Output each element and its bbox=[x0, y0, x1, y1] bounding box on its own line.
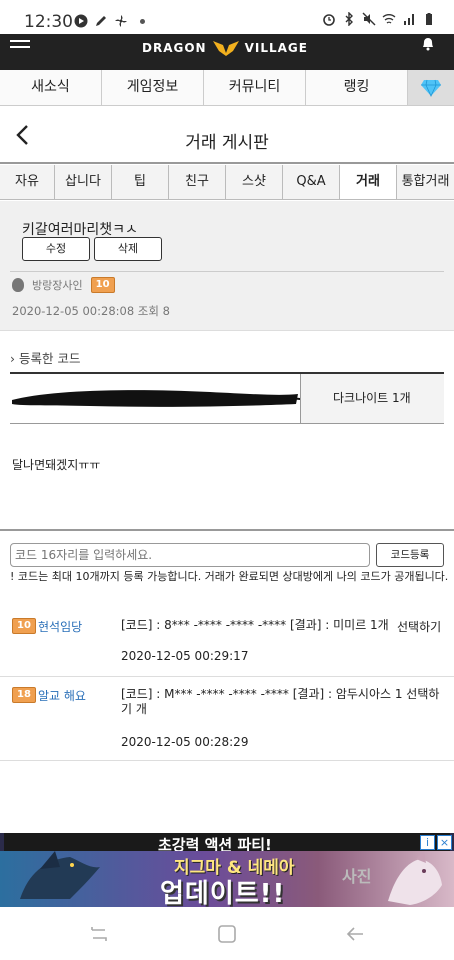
reply-author[interactable]: 현석임당 bbox=[38, 618, 82, 635]
tab-friends[interactable]: 친구 bbox=[169, 165, 226, 199]
dragon-illustration-right bbox=[388, 851, 442, 905]
post-header: 키갈여러마리챗ㅋㅅ 수정 삭제 방랑장사인 10 2020-12-05 00:2… bbox=[0, 201, 454, 331]
ad-badge: i × bbox=[420, 835, 452, 850]
status-time: 12:30 bbox=[24, 12, 73, 32]
battery-icon bbox=[426, 13, 432, 25]
code-reward: 다크나이트 1개 bbox=[300, 374, 444, 423]
home-icon[interactable] bbox=[216, 923, 238, 945]
menu-icon[interactable] bbox=[10, 40, 30, 54]
code-notice: ! 코드는 최대 10개까지 등록 가능합니다. 거래가 완료되면 상대방에게 … bbox=[10, 570, 449, 583]
registered-code-box: 다크나이트 1개 bbox=[10, 372, 444, 424]
code-input-section: 코드등록 ! 코드는 최대 10개까지 등록 가능합니다. 거래가 완료되면 상… bbox=[0, 529, 454, 607]
delete-button[interactable]: 삭제 bbox=[94, 237, 162, 261]
logo-text-left: DRAGON bbox=[142, 41, 207, 55]
reply-level-badge: 18 bbox=[12, 687, 36, 703]
status-dot bbox=[140, 18, 145, 24]
reply-date: 2020-12-05 00:28:29 bbox=[121, 735, 249, 749]
pen-icon bbox=[96, 16, 106, 26]
list-item: 10 현석임당 [코드] : 8*** -**** -**** -**** [결… bbox=[0, 607, 454, 677]
reply-level-badge: 10 bbox=[12, 618, 36, 634]
registered-code-heading: › 등록한 코드 bbox=[10, 351, 81, 366]
status-icons-left bbox=[74, 14, 145, 28]
bell-icon[interactable] bbox=[420, 36, 436, 52]
tab-trade[interactable]: 거래 bbox=[340, 165, 397, 199]
app-header: DRAGON VILLAGE bbox=[0, 34, 454, 70]
main-nav-game-info[interactable]: 게임정보 bbox=[102, 70, 204, 105]
redaction-scribble bbox=[12, 390, 300, 407]
select-button[interactable]: 선택하기 bbox=[397, 618, 441, 635]
main-nav-news[interactable]: 새소식 bbox=[0, 70, 102, 105]
post-body: 달나면돼겠지ㅠㅠ bbox=[12, 458, 101, 472]
logo-wing-icon bbox=[212, 41, 239, 56]
wifi-icon bbox=[382, 14, 396, 24]
reply-content: [코드] : M*** -**** -**** -**** [결과] : 암두시… bbox=[121, 687, 440, 716]
board-tabs: 자유 삽니다 팁 친구 스샷 Q&A 거래 통합거래 bbox=[0, 165, 454, 200]
ad-main-image: 지그마 & 네메아 업데이트!! 사진 bbox=[0, 851, 454, 907]
post-title: 키갈여러마리챗ㅋㅅ bbox=[22, 222, 138, 238]
fan-icon bbox=[115, 15, 127, 27]
ad-close-icon[interactable]: × bbox=[437, 835, 452, 850]
ad-banner[interactable]: 초강력 액션 파티! 지그마 & 네메아 업데이트!! 사진 i × bbox=[0, 833, 454, 907]
page-title-bar: 거래 게시판 bbox=[0, 108, 454, 164]
main-nav: 새소식 게임정보 커뮤니티 랭킹 bbox=[0, 70, 454, 106]
main-nav-community[interactable]: 커뮤니티 bbox=[204, 70, 306, 105]
page-title: 거래 게시판 bbox=[185, 133, 269, 153]
dragon-village-logo[interactable]: DRAGON VILLAGE bbox=[142, 38, 308, 58]
bluetooth-icon bbox=[345, 12, 353, 26]
list-item: 18 알교 해요 [코드] : M*** -**** -**** -**** [… bbox=[0, 677, 454, 761]
mute-icon bbox=[362, 12, 376, 26]
edit-button[interactable]: 수정 bbox=[22, 237, 90, 261]
tab-buy[interactable]: 삽니다 bbox=[55, 165, 112, 199]
code-register-button[interactable]: 코드등록 bbox=[376, 543, 444, 567]
code-input[interactable] bbox=[10, 543, 370, 567]
back-icon[interactable] bbox=[344, 923, 366, 945]
logo-text-right: VILLAGE bbox=[244, 41, 308, 55]
reply-author[interactable]: 알교 해요 bbox=[38, 687, 86, 704]
ad-side-text: 사진 bbox=[342, 867, 372, 886]
diamond-icon bbox=[421, 79, 441, 97]
signal-icon bbox=[404, 14, 414, 25]
play-icon bbox=[74, 14, 88, 28]
alarm-icon bbox=[323, 14, 335, 26]
tab-free[interactable]: 자유 bbox=[0, 165, 55, 199]
tab-integrated-trade[interactable]: 통합거래 bbox=[397, 165, 454, 199]
recents-icon[interactable] bbox=[88, 923, 110, 945]
post-meta: 2020-12-05 00:28:08 조회 8 bbox=[12, 304, 170, 318]
status-icons-right bbox=[322, 12, 436, 26]
ad-headline-2: 업데이트!! bbox=[160, 879, 286, 907]
author-row: 방랑장사인 10 bbox=[12, 277, 115, 293]
gem-shop-button[interactable] bbox=[408, 70, 454, 105]
reply-date: 2020-12-05 00:29:17 bbox=[121, 649, 249, 663]
post-divider bbox=[10, 271, 444, 272]
tab-tips[interactable]: 팁 bbox=[112, 165, 169, 199]
main-nav-ranking[interactable]: 랭킹 bbox=[306, 70, 408, 105]
tab-screenshots[interactable]: 스샷 bbox=[226, 165, 283, 199]
egg-icon bbox=[12, 278, 24, 292]
system-nav-bar bbox=[0, 907, 454, 960]
ad-info-icon[interactable]: i bbox=[420, 835, 435, 850]
author-level-badge: 10 bbox=[90, 277, 115, 293]
author-name[interactable]: 방랑장사인 bbox=[32, 277, 83, 293]
tab-qna[interactable]: Q&A bbox=[283, 165, 340, 199]
reply-content: [코드] : 8*** -**** -**** -**** [결과] : 미미르… bbox=[121, 618, 389, 632]
dragon-illustration-left bbox=[20, 851, 100, 899]
